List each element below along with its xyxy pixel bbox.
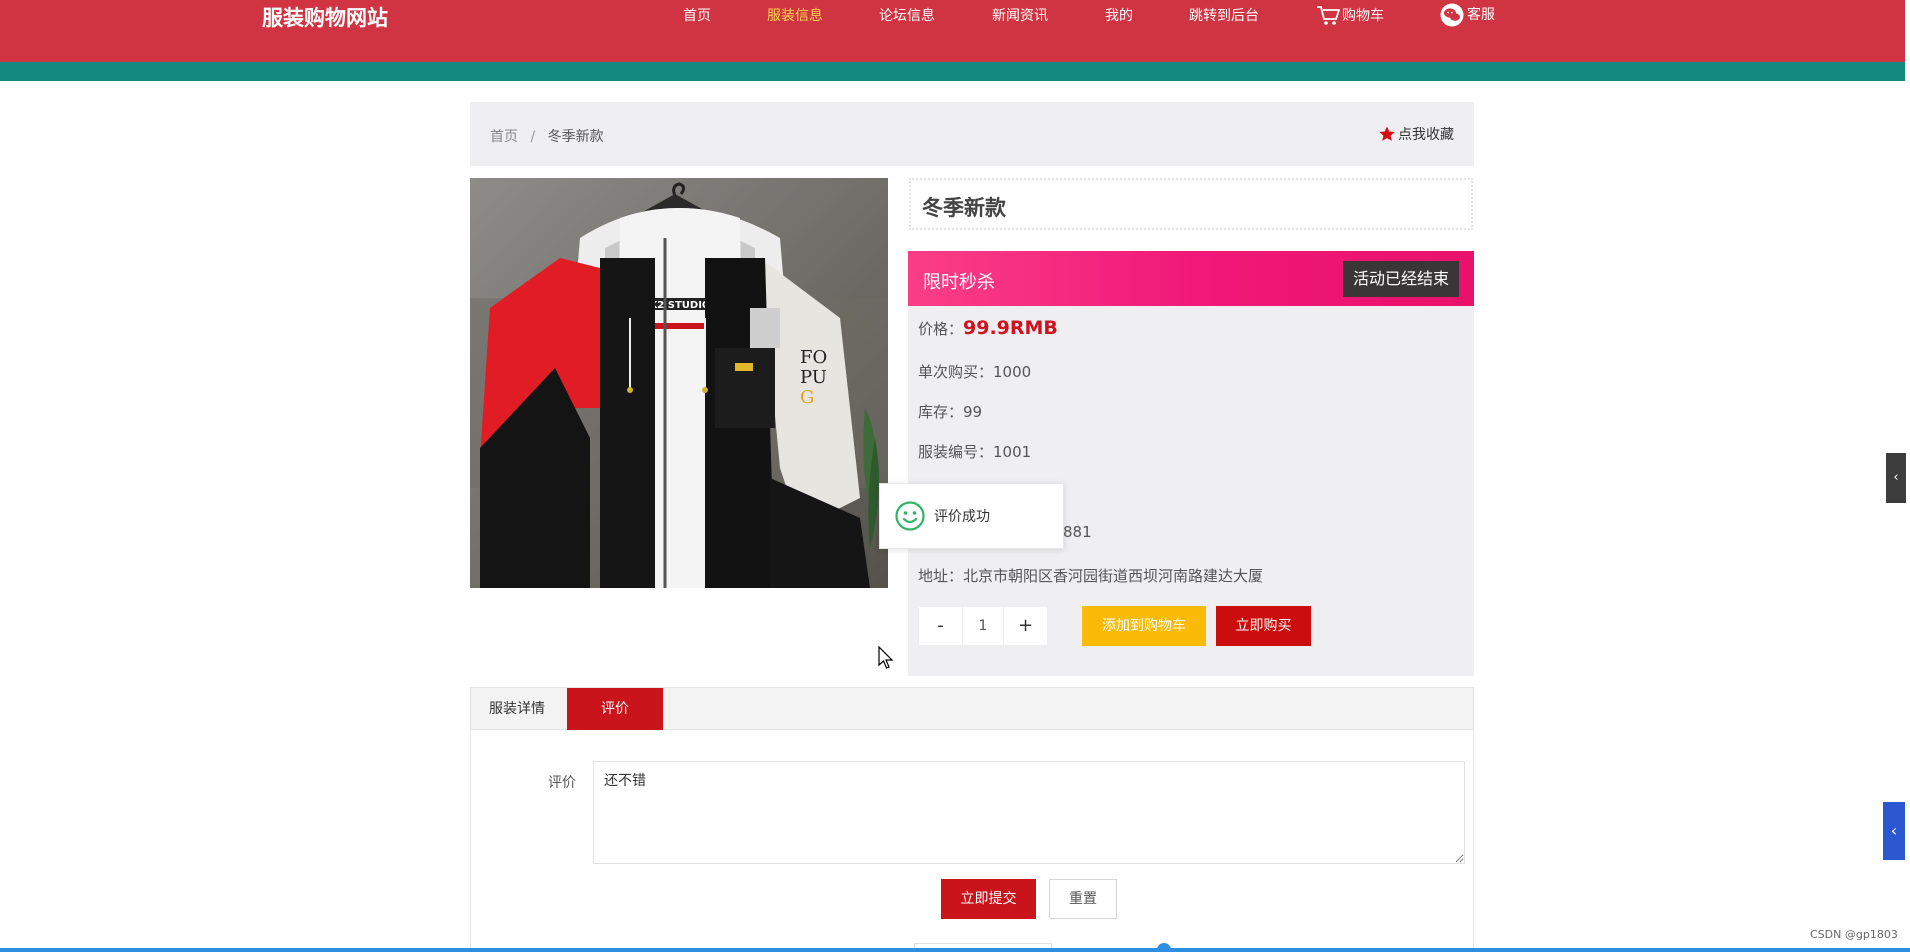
add-to-cart-button[interactable]: 添加到购物车 <box>1082 606 1206 646</box>
toast-message: 评价成功 <box>934 509 990 525</box>
nav-mine[interactable]: 我的 <box>1105 6 1133 26</box>
nav-news[interactable]: 新闻资讯 <box>992 6 1048 26</box>
breadcrumb-current: 冬季新款 <box>547 129 604 145</box>
side-collapse-tab[interactable]: ‹ <box>1886 453 1906 503</box>
success-toast: 评价成功 <box>879 483 1064 549</box>
nav-forum-label: 论坛信息 <box>879 8 935 24</box>
flash-sale-status-badge: 活动已经结束 <box>1342 261 1459 297</box>
svg-text:PU: PU <box>800 367 827 388</box>
address-label: 地址： <box>918 567 964 585</box>
reset-button[interactable]: 重置 <box>1049 879 1117 919</box>
svg-text:K2 STUDIO: K2 STUDIO <box>650 300 711 311</box>
watermark: CSDN @gp1803 <box>1810 928 1898 941</box>
tab-reviews[interactable]: 评价 <box>567 688 663 730</box>
nav-cart-label: 购物车 <box>1342 8 1384 24</box>
product-title: 冬季新款 <box>922 196 1006 220</box>
address-value: 北京市朝阳区香河园街道西坝河南路建达大厦 <box>963 567 1264 585</box>
price-row: 价格：99.9RMB <box>918 317 1058 339</box>
partial-row: 881 <box>1063 523 1092 541</box>
quantity-minus-button[interactable]: - <box>918 606 963 646</box>
single-buy-value: 1000 <box>993 363 1032 381</box>
single-buy-label: 单次购买： <box>918 363 994 381</box>
tab-clothing-details[interactable]: 服装详情 <box>471 688 563 730</box>
svg-text:FO: FO <box>800 347 827 368</box>
smile-icon <box>895 501 925 531</box>
breadcrumb: 首页 / 冬季新款 <box>490 126 604 146</box>
nav-home[interactable]: 首页 <box>683 6 711 26</box>
tab-header: 服装详情 评价 <box>471 688 1473 730</box>
top-header: 服装购物网站 首页 服装信息 论坛信息 新闻资讯 我的 跳转到后台 购物车 客服 <box>0 0 1905 62</box>
code-value: 1001 <box>993 443 1032 461</box>
breadcrumb-home[interactable]: 首页 <box>490 129 518 145</box>
nav-news-label: 新闻资讯 <box>992 8 1048 24</box>
price-label: 价格： <box>918 320 964 338</box>
quantity-stepper: - 1 + <box>918 606 1048 646</box>
nav-service-label: 客服 <box>1467 7 1495 23</box>
product-image: K2 STUDIO FO PU G <box>470 178 888 588</box>
address-row: 地址：北京市朝阳区香河园街道西坝河南路建达大厦 <box>918 565 1263 586</box>
header-teal-band <box>0 62 1905 81</box>
submit-review-button[interactable]: 立即提交 <box>941 879 1036 919</box>
nav-service[interactable]: 客服 <box>1440 3 1495 27</box>
product-title-box: 冬季新款 <box>909 178 1473 230</box>
code-label: 服装编号： <box>918 443 994 461</box>
partial-value: 881 <box>1063 523 1092 541</box>
stock-row: 库存：99 <box>918 401 982 422</box>
quantity-plus-button[interactable]: + <box>1003 606 1048 646</box>
quantity-input[interactable]: 1 <box>963 606 1003 646</box>
wechat-icon <box>1440 3 1464 27</box>
nav-forum[interactable]: 论坛信息 <box>879 6 935 26</box>
stock-value: 99 <box>963 403 983 421</box>
favorite-label: 点我收藏 <box>1398 127 1454 143</box>
nav-admin[interactable]: 跳转到后台 <box>1189 6 1259 26</box>
mouse-cursor-icon <box>878 646 894 669</box>
price-value: 99.9RMB <box>963 317 1058 339</box>
nav-home-label: 首页 <box>683 8 711 24</box>
cart-icon <box>1317 6 1340 25</box>
star-icon <box>1379 126 1395 141</box>
review-textarea[interactable]: 还不错 <box>593 761 1465 864</box>
breadcrumb-separator: / <box>530 129 536 145</box>
side-panel-tab[interactable]: ‹ <box>1883 802 1905 860</box>
nav-mine-label: 我的 <box>1105 8 1133 24</box>
nav-clothing-info-label: 服装信息 <box>767 8 823 24</box>
chevron-left-icon: ‹ <box>1893 470 1899 485</box>
flash-sale-bar: 限时秒杀 活动已经结束 <box>908 251 1474 306</box>
jacket-illustration: K2 STUDIO FO PU G <box>470 178 888 588</box>
breadcrumb-bar: 首页 / 冬季新款 点我收藏 <box>470 102 1474 166</box>
review-label: 评价 <box>548 775 576 791</box>
nav-cart[interactable]: 购物车 <box>1316 5 1384 27</box>
flash-sale-label: 限时秒杀 <box>923 272 995 293</box>
progress-line <box>0 948 1910 952</box>
single-buy-row: 单次购买：1000 <box>918 361 1031 382</box>
stock-label: 库存： <box>918 403 964 421</box>
favorite-button[interactable]: 点我收藏 <box>1378 124 1454 144</box>
main-nav: 首页 服装信息 论坛信息 新闻资讯 我的 跳转到后台 购物车 客服 <box>0 3 1905 30</box>
progress-dot[interactable] <box>1157 943 1171 952</box>
nav-clothing-info[interactable]: 服装信息 <box>767 6 823 26</box>
chevron-left-icon: ‹ <box>1890 821 1898 840</box>
svg-text:G: G <box>800 387 814 408</box>
code-row: 服装编号：1001 <box>918 441 1031 462</box>
buy-now-button[interactable]: 立即购买 <box>1216 606 1311 646</box>
nav-admin-label: 跳转到后台 <box>1189 8 1259 24</box>
